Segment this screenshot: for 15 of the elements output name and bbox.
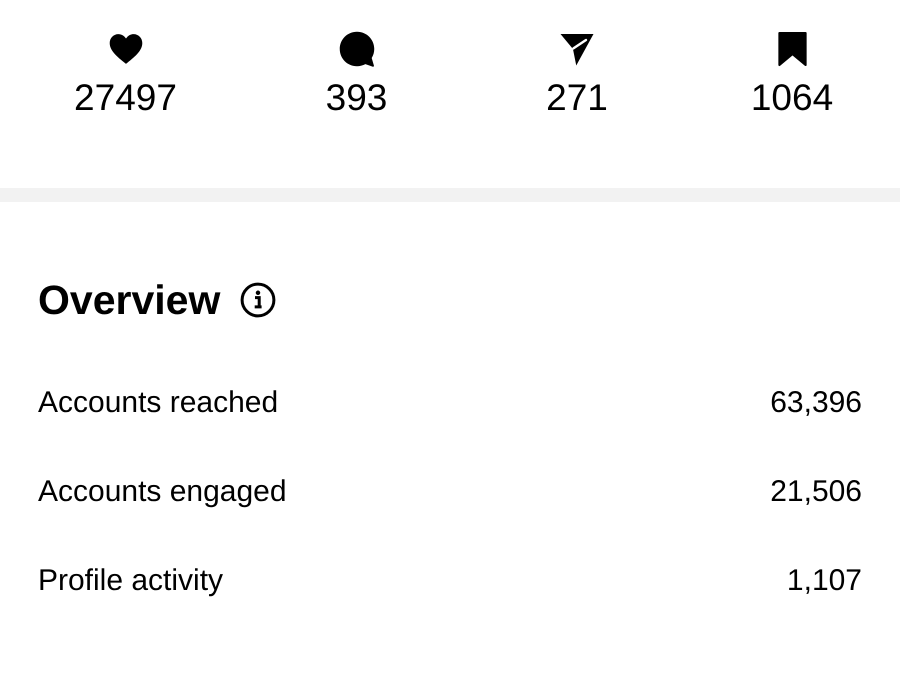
- metric-label: Accounts reached: [38, 385, 278, 421]
- metric-label: Accounts engaged: [38, 474, 287, 510]
- metric-label: Profile activity: [38, 563, 224, 599]
- metric-value: 63,396: [770, 385, 862, 421]
- speech-bubble-icon: [338, 31, 374, 67]
- info-icon[interactable]: [240, 282, 276, 318]
- bookmark-icon: [778, 31, 806, 67]
- stat-count: 271: [546, 76, 608, 120]
- section-title: Overview: [38, 276, 220, 324]
- metric-value: 21,506: [770, 474, 862, 510]
- paper-plane-icon: [559, 31, 595, 67]
- stat-count: 393: [326, 76, 388, 120]
- metric-value: 1,107: [786, 563, 862, 599]
- stat-count: 1064: [750, 76, 834, 120]
- stat-count: 27497: [74, 76, 177, 120]
